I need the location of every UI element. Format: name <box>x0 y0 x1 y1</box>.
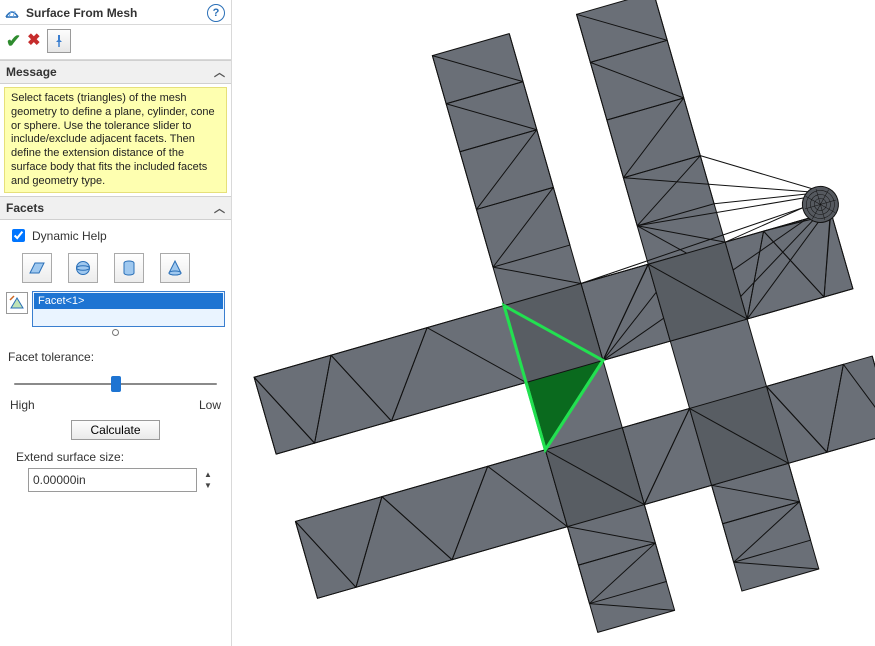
facets-header-label: Facets <box>6 201 44 215</box>
selected-facet-item[interactable]: Facet<1> <box>34 293 223 309</box>
slider-thumb[interactable] <box>111 376 121 392</box>
panel-title: Surface From Mesh <box>22 6 207 20</box>
facet-selection-icon[interactable] <box>6 292 28 314</box>
ok-button[interactable]: ✔ <box>6 34 21 48</box>
plane-shape-button[interactable] <box>22 253 52 283</box>
cancel-button[interactable]: ✖ <box>27 34 40 48</box>
facet-selection-row: Facet<1> <box>6 289 225 327</box>
slider-labels: High Low <box>8 396 223 420</box>
chevron-up-icon: ︿ <box>214 200 225 216</box>
tolerance-slider[interactable] <box>14 374 217 394</box>
extend-spin-down[interactable]: ▼ <box>201 480 215 491</box>
mesh-drawing <box>232 0 875 646</box>
facet-selection-list[interactable]: Facet<1> <box>32 291 225 327</box>
extend-label: Extend surface size: <box>8 450 223 468</box>
dynamic-help-label: Dynamic Help <box>32 229 107 243</box>
tolerance-section: Facet tolerance: High Low Calculate Exte… <box>0 344 231 504</box>
message-body: Select facets (triangles) of the mesh ge… <box>4 87 227 193</box>
slider-high-label: High <box>10 398 35 412</box>
slider-low-label: Low <box>199 398 221 412</box>
message-header-label: Message <box>6 65 57 79</box>
help-icon[interactable]: ? <box>207 4 225 22</box>
dynamic-help-input[interactable] <box>12 229 25 242</box>
chevron-up-icon: ︿ <box>214 64 225 80</box>
cylinder-shape-button[interactable] <box>114 253 144 283</box>
sphere-shape-button[interactable] <box>68 253 98 283</box>
calculate-button[interactable]: Calculate <box>71 420 159 440</box>
list-resize-handle[interactable] <box>6 327 225 336</box>
cone-shape-button[interactable] <box>160 253 190 283</box>
property-panel: Surface From Mesh ? ✔ ✖ Message ︿ Select… <box>0 0 232 646</box>
graphics-viewport[interactable] <box>232 0 875 646</box>
facets-section-header[interactable]: Facets ︿ <box>0 196 231 220</box>
extend-input[interactable]: 0.00000in <box>28 468 197 492</box>
pin-button[interactable] <box>47 29 71 53</box>
extend-row: 0.00000in ▲ ▼ <box>8 468 223 500</box>
dynamic-help-checkbox[interactable]: Dynamic Help <box>6 224 225 251</box>
tolerance-label: Facet tolerance: <box>8 350 223 370</box>
message-section-header[interactable]: Message ︿ <box>0 60 231 84</box>
confirm-row: ✔ ✖ <box>0 25 231 60</box>
panel-titlebar: Surface From Mesh ? <box>0 0 231 25</box>
facets-body: Dynamic Help <box>0 220 231 344</box>
extend-spinner: ▲ ▼ <box>201 469 215 491</box>
surface-from-mesh-icon <box>4 5 20 21</box>
shape-type-row <box>6 251 225 289</box>
extend-spin-up[interactable]: ▲ <box>201 469 215 480</box>
